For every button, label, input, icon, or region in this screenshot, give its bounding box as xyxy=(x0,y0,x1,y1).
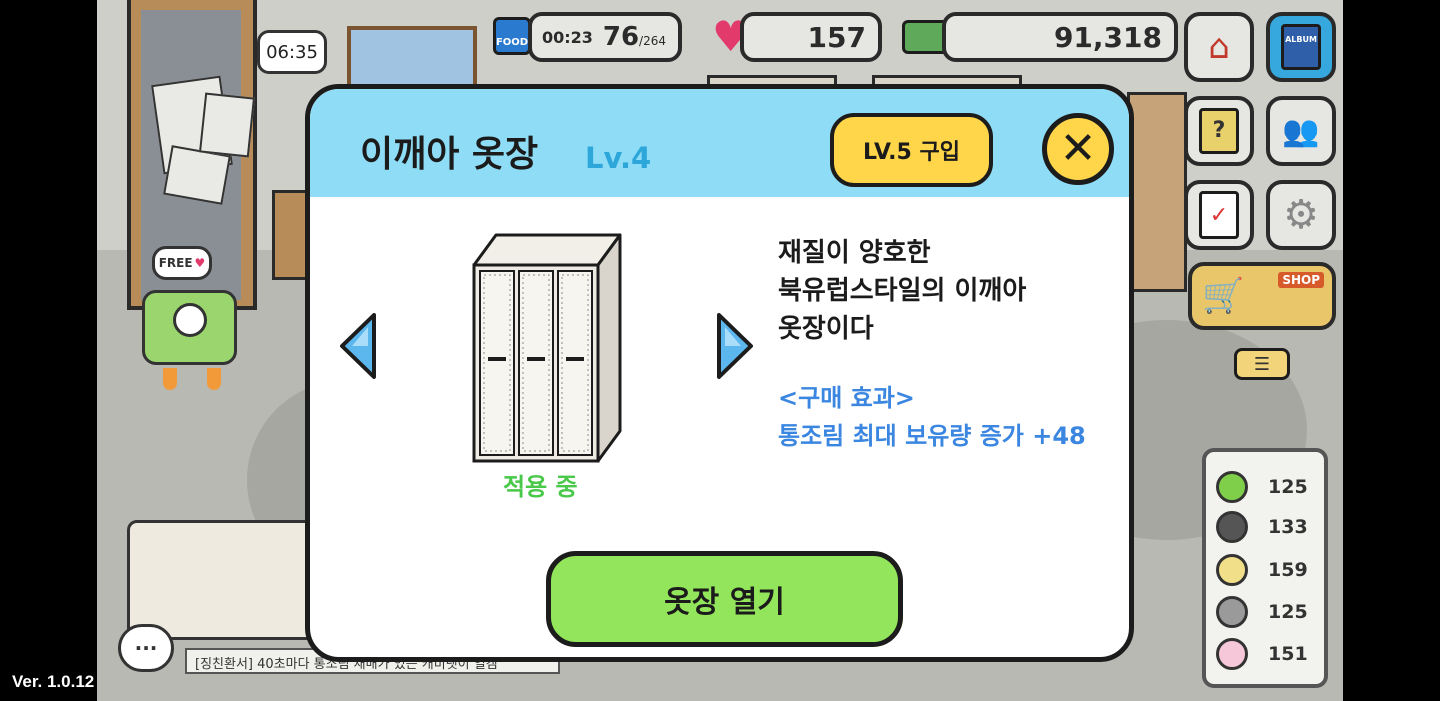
resource-count: 151 xyxy=(1268,643,1308,665)
heart-icon: ♥ xyxy=(194,256,206,270)
item-level: Lv.4 xyxy=(585,141,652,175)
list-menu-button[interactable]: ☰ xyxy=(1234,348,1290,380)
money-count: 91,318 xyxy=(1053,20,1162,54)
rocket-flame-icon xyxy=(163,368,177,390)
free-bubble[interactable]: FREE ♥ xyxy=(152,246,212,280)
shop-label: SHOP xyxy=(1278,272,1324,288)
open-button-label: 옷장 열기 xyxy=(664,585,785,620)
dialog-title: 이깨아 옷장 xyxy=(360,134,539,175)
note-paper xyxy=(199,92,255,158)
close-button[interactable]: ✕ xyxy=(1042,113,1114,185)
buy-button-label: LV.5 구입 xyxy=(863,140,960,165)
chat-button[interactable]: ··· xyxy=(118,624,174,672)
album-button[interactable]: ALBUM xyxy=(1266,12,1336,82)
resource-row: 125 xyxy=(1216,594,1324,630)
purchase-effect: <구매 효과> 통조림 최대 보유량 증가 +48 xyxy=(778,379,1086,455)
calendar-check-icon: ✓ xyxy=(1199,191,1239,239)
help-cards-button[interactable]: ? xyxy=(1184,96,1254,166)
black-seed-icon xyxy=(1216,511,1248,543)
food-icon-label: FOOD xyxy=(495,37,529,48)
item-detail-dialog: 이깨아 옷장 Lv.4 LV.5 구입 ✕ 적용 중 재질이 양호한 북유럽스타… xyxy=(305,84,1134,662)
description-line: 옷장이다 xyxy=(778,314,874,344)
equipped-status: 적용 중 xyxy=(503,473,578,501)
effect-text: 통조림 최대 보유량 증가 +48 xyxy=(778,422,1086,450)
chat-bubble-icon: ··· xyxy=(134,636,158,660)
description-line: 재질이 양호한 xyxy=(778,238,931,268)
list-icon: ☰ xyxy=(1253,353,1271,375)
description-line: 북유럽스타일의 이깨아 xyxy=(778,276,1027,306)
calendar-button[interactable]: ✓ xyxy=(1184,180,1254,250)
resource-row: 133 xyxy=(1216,509,1324,545)
close-icon: ✕ xyxy=(1059,123,1097,174)
cardboard xyxy=(1127,92,1187,292)
heart-count: 157 xyxy=(807,20,866,54)
resource-count: 125 xyxy=(1268,601,1308,623)
store-button[interactable]: ⌂ xyxy=(1184,12,1254,82)
green-seed-icon xyxy=(1216,471,1248,503)
food-max: /264 xyxy=(639,34,666,48)
resource-count: 125 xyxy=(1268,476,1308,498)
buy-next-level-button[interactable]: LV.5 구입 xyxy=(830,113,993,187)
people-icon: 👥 xyxy=(1282,113,1320,149)
food-counter: 00:23 76 /264 xyxy=(528,12,682,62)
robot-character[interactable] xyxy=(142,290,237,365)
shop-button[interactable]: 🛒 SHOP xyxy=(1188,262,1336,330)
pink-seed-icon xyxy=(1216,638,1248,670)
resource-count: 159 xyxy=(1268,559,1308,581)
gray-seed-icon xyxy=(1216,596,1248,628)
item-description: 재질이 양호한 북유럽스타일의 이깨아 옷장이다 xyxy=(778,234,1026,348)
resource-count: 133 xyxy=(1268,516,1308,538)
food-count: 76 xyxy=(602,22,640,52)
store-icon: ⌂ xyxy=(1208,27,1230,67)
seed-resource-panel: 125 133 159 125 151 xyxy=(1202,448,1328,688)
question-card-icon: ? xyxy=(1199,108,1239,154)
resource-row: 159 xyxy=(1216,552,1324,588)
album-book-icon: ALBUM xyxy=(1281,24,1321,70)
cart-icon: 🛒 xyxy=(1202,276,1245,316)
effect-title: <구매 효과> xyxy=(778,384,915,412)
money-counter: 91,318 xyxy=(942,12,1178,62)
robot-eye-icon xyxy=(173,303,207,337)
resource-row: 125 xyxy=(1216,469,1324,505)
wardrobe-icon xyxy=(472,233,622,463)
food-timer: 00:23 xyxy=(542,28,593,47)
clock-bubble: 06:35 xyxy=(257,30,327,74)
characters-button[interactable]: 👥 xyxy=(1266,96,1336,166)
rocket-flame-icon xyxy=(207,368,221,390)
settings-button[interactable]: ⚙ xyxy=(1266,180,1336,250)
gear-icon: ⚙ xyxy=(1283,192,1319,238)
next-arrow-icon[interactable] xyxy=(715,311,755,381)
heart-counter: 157 xyxy=(740,12,882,62)
previous-arrow-icon[interactable] xyxy=(338,311,378,381)
food-can-icon: FOOD xyxy=(493,17,531,55)
free-label: FREE xyxy=(158,256,193,270)
yellow-seed-icon xyxy=(1216,554,1248,586)
open-wardrobe-button[interactable]: 옷장 열기 xyxy=(546,551,903,647)
version-label: Ver. 1.0.12 xyxy=(12,672,95,691)
resource-row: 151 xyxy=(1216,636,1324,672)
